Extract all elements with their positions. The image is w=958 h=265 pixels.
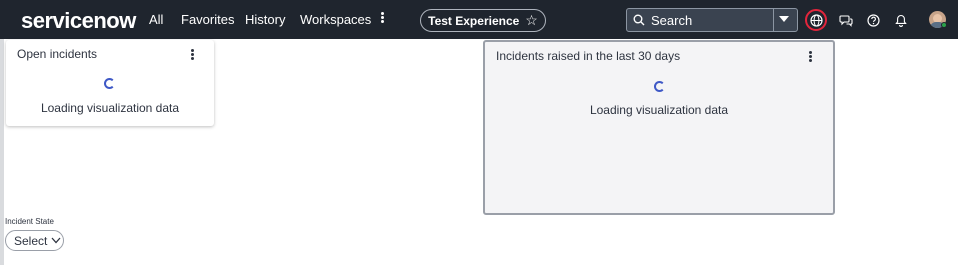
experience-switcher[interactable]: Test Experience ☆	[420, 9, 546, 32]
open-incidents-widget: Open incidents Loading visualization dat…	[6, 40, 214, 126]
left-edge-border	[0, 39, 4, 265]
chat-icon[interactable]	[835, 9, 857, 31]
help-icon[interactable]	[862, 9, 884, 31]
widget-title: Open incidents	[17, 47, 98, 61]
experience-label: Test Experience	[428, 13, 520, 28]
loading-text: Loading visualization data	[40, 101, 180, 115]
search-divider	[773, 9, 774, 31]
more-menu-icon[interactable]	[378, 11, 386, 27]
incident-state-select[interactable]: Select	[5, 230, 64, 251]
loading-text: Loading visualization data	[589, 103, 729, 117]
nav-history[interactable]: History	[245, 12, 285, 27]
widget-menu-icon[interactable]	[189, 48, 195, 62]
top-navigation-bar: servicenow All Favorites History Workspa…	[0, 0, 958, 39]
select-value: Select	[14, 233, 48, 248]
star-icon[interactable]: ☆	[525, 12, 538, 29]
search-input[interactable]: Search	[651, 13, 692, 28]
widget-title: Incidents raised in the last 30 days	[496, 49, 681, 63]
globe-icon[interactable]	[805, 9, 827, 31]
nav-favorites[interactable]: Favorites	[181, 12, 234, 27]
global-search[interactable]: Search	[626, 8, 798, 32]
nav-workspaces[interactable]: Workspaces	[300, 12, 371, 27]
widget-menu-icon[interactable]	[807, 50, 813, 64]
chevron-down-icon	[51, 237, 61, 244]
servicenow-logo[interactable]: servicenow	[21, 8, 136, 34]
search-icon	[633, 14, 645, 26]
loading-spinner-icon	[104, 78, 115, 89]
nav-all[interactable]: All	[149, 12, 163, 27]
loading-spinner-icon	[654, 81, 665, 92]
status-indicator-icon	[941, 22, 947, 28]
incident-state-label: Incident State	[5, 217, 54, 226]
search-scope-dropdown-icon[interactable]	[779, 16, 789, 22]
notifications-bell-icon[interactable]	[890, 9, 912, 31]
incidents-last-30-days-widget: Incidents raised in the last 30 days Loa…	[483, 40, 835, 215]
